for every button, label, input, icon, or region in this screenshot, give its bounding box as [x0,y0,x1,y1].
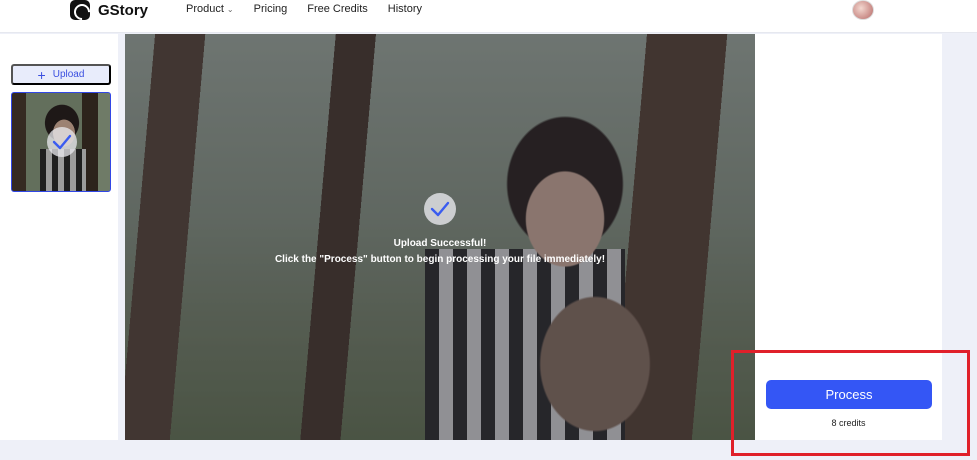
check-icon [424,193,456,225]
plus-icon: + [37,66,46,83]
nav-product[interactable]: Product ⌄ [186,3,234,15]
top-navbar: GStory Product ⌄ Pricing Free Credits Hi… [0,0,977,33]
brand-logo[interactable]: GStory [70,0,148,20]
chevron-down-icon: ⌄ [226,4,234,14]
upload-status-message: Click the "Process" button to begin proc… [274,254,606,265]
brand-name: GStory [98,1,149,19]
upload-button[interactable]: + Upload [11,64,111,85]
nav-free-credits-label: Free Credits [307,3,368,15]
image-preview: Upload Successful! Click the "Process" b… [125,34,755,440]
nav-pricing[interactable]: Pricing [254,3,288,15]
logo-icon [70,0,90,20]
main-nav: Product ⌄ Pricing Free Credits History [186,3,442,15]
highlight-box [731,350,970,456]
upload-status-title: Upload Successful! [393,238,487,249]
nav-history-label: History [387,3,423,15]
nav-pricing-label: Pricing [253,3,288,15]
preview-overlay [125,34,755,440]
uploaded-file-thumbnail[interactable] [11,92,111,192]
nav-product-label: Product [186,3,224,15]
avatar[interactable] [852,0,874,20]
nav-history[interactable]: History [388,3,422,15]
check-icon [47,127,77,157]
upload-button-label: Upload [52,69,85,80]
nav-free-credits[interactable]: Free Credits [307,3,368,15]
file-sidebar: + Upload [0,34,118,440]
